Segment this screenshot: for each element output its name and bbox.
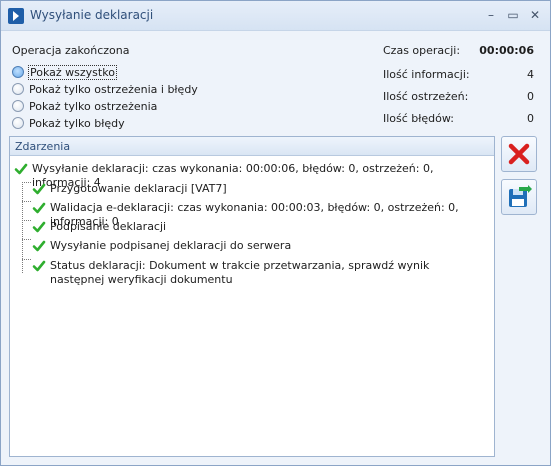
tree-connector <box>22 201 31 202</box>
green-check-icon <box>32 260 46 272</box>
cancel-button[interactable] <box>501 136 537 172</box>
operation-time-value: 00:00:06 <box>479 44 534 57</box>
warning-count-value: 0 <box>527 90 534 103</box>
tree-child-item[interactable]: Status deklaracji: Dokument w trakcie pr… <box>32 259 484 287</box>
tree-item-label: Wysyłanie podpisanej deklaracji do serwe… <box>50 239 292 252</box>
events-header: Zdarzenia <box>10 137 494 156</box>
radio-button[interactable] <box>12 66 24 78</box>
tree-item-label: Przygotowanie deklaracji [VAT7] <box>50 182 227 195</box>
filter-warnings-only[interactable]: Pokaż tylko ostrzeżenia <box>12 98 157 114</box>
dialog-content: Operacja zakończona Pokaż wszystko Pokaż… <box>1 32 550 465</box>
green-check-icon <box>32 240 46 252</box>
info-count-value: 4 <box>527 68 534 81</box>
operation-status: Operacja zakończona <box>12 44 130 57</box>
tree-connector <box>22 259 31 260</box>
filter-label: Pokaż wszystko <box>28 64 117 80</box>
filter-label: Pokaż tylko ostrzeżenia i błędy <box>29 82 198 96</box>
filter-label: Pokaż tylko błędy <box>29 116 125 130</box>
tree-item-label: Podpisanie deklaracji <box>50 220 167 233</box>
red-x-icon <box>508 143 530 165</box>
tree-connector <box>22 220 31 221</box>
radio-button[interactable] <box>12 83 24 95</box>
green-check-icon <box>32 183 46 195</box>
save-diskette-icon <box>509 185 532 207</box>
filter-errors-only[interactable]: Pokaż tylko błędy <box>12 115 125 131</box>
green-check-icon <box>32 202 46 214</box>
info-count-label: Ilość informacji: <box>383 68 470 81</box>
error-count-value: 0 <box>527 112 534 125</box>
window-title: Wysyłanie deklaracji <box>30 8 154 22</box>
tree-connector <box>22 239 31 240</box>
minimize-button[interactable]: – <box>481 6 501 24</box>
green-check-icon <box>14 163 28 175</box>
app-logo-icon <box>8 8 24 24</box>
events-tree-panel[interactable]: Zdarzenia Wysyłanie deklaracji: czas wyk… <box>9 136 495 457</box>
warning-count-label: Ilość ostrzeżeń: <box>383 90 469 103</box>
operation-time-label: Czas operacji: <box>383 44 461 57</box>
tree-child-item[interactable]: Podpisanie deklaracji <box>32 220 166 234</box>
filter-show-all[interactable]: Pokaż wszystko <box>12 64 117 80</box>
error-count-label: Ilość błędów: <box>383 112 454 125</box>
tree-item-label: Status deklaracji: Dokument w trakcie pr… <box>50 259 430 286</box>
close-window-button[interactable]: ✕ <box>525 6 545 24</box>
save-button[interactable] <box>501 179 537 215</box>
tree-child-item[interactable]: Wysyłanie podpisanej deklaracji do serwe… <box>32 239 291 253</box>
maximize-button[interactable]: ▭ <box>503 6 523 24</box>
radio-button[interactable] <box>12 100 24 112</box>
title-bar: Wysyłanie deklaracji – ▭ ✕ <box>1 1 550 31</box>
radio-button[interactable] <box>12 117 24 129</box>
tree-child-item[interactable]: Przygotowanie deklaracji [VAT7] <box>32 182 227 196</box>
dialog-window: Wysyłanie deklaracji – ▭ ✕ Operacja zako… <box>0 0 551 466</box>
filter-warnings-and-errors[interactable]: Pokaż tylko ostrzeżenia i błędy <box>12 81 198 97</box>
filter-label: Pokaż tylko ostrzeżenia <box>29 99 158 113</box>
green-check-icon <box>32 221 46 233</box>
